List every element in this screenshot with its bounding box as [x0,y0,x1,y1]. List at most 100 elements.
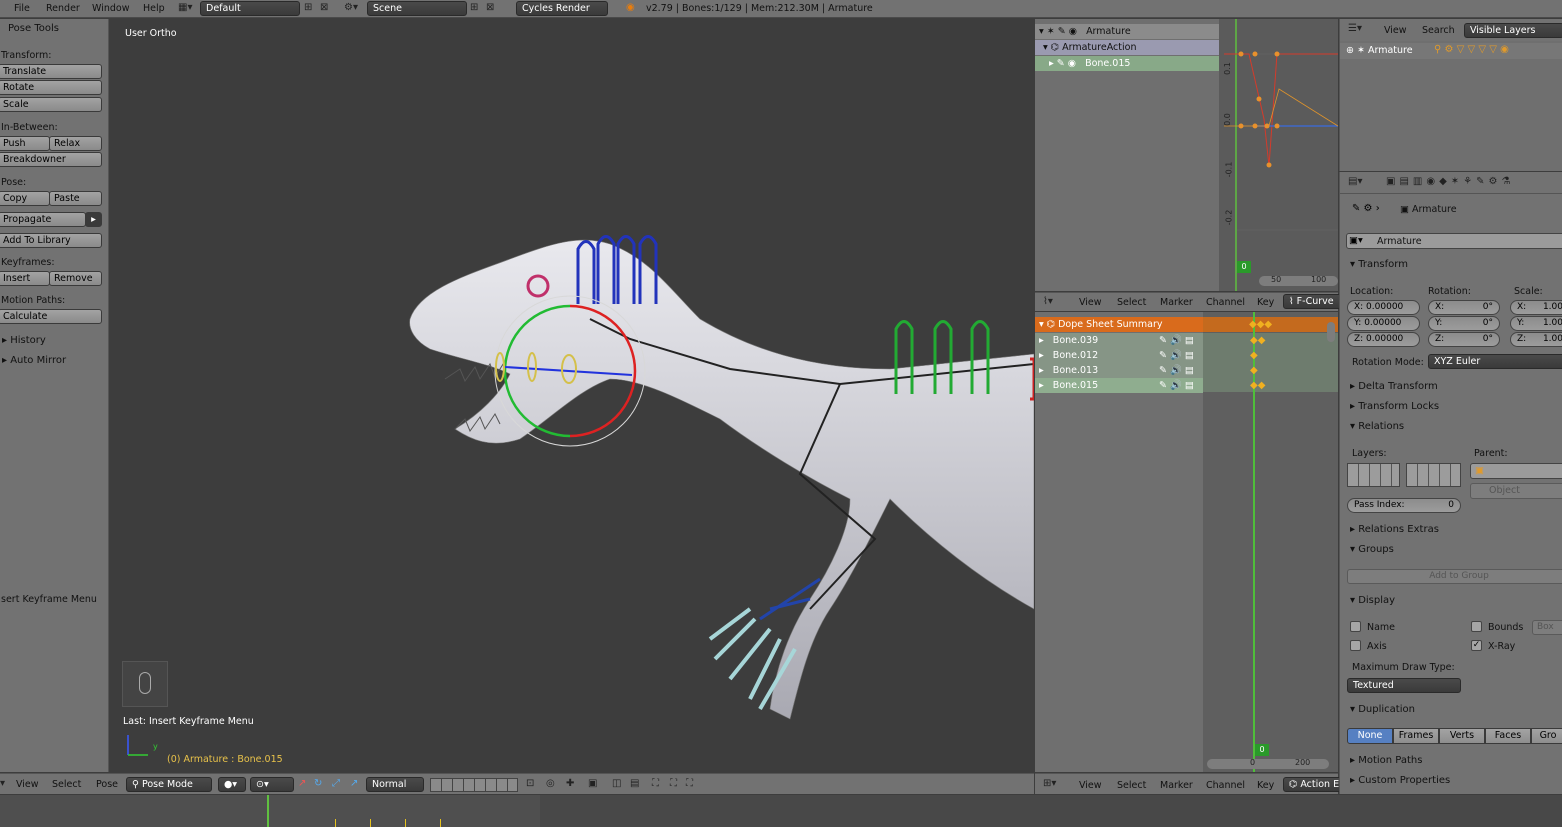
object-layer-grid[interactable] [1347,463,1400,487]
channel-row-bone012[interactable]: ▸ Bone.012 ✎ 🔊 ▤ [1035,348,1203,363]
pose-tools-title[interactable]: Pose Tools [8,23,59,34]
render-engine-selector[interactable]: Cycles Render [516,1,608,16]
dopesheet-summary-row[interactable]: ▾ ⌬ Dope Sheet Summary [1035,317,1203,332]
mini-graph-editor[interactable]: 0.1 0.0 -0.1 -0.2 0 50 100 [1219,19,1338,291]
menu-help[interactable]: Help [143,3,165,14]
remove-layout-icon[interactable]: ⊠ [320,2,328,13]
push-button[interactable]: Push [0,136,50,151]
remove-keyframe-button[interactable]: Remove [49,271,102,286]
relations-panel-header[interactable]: ▾ Relations [1350,421,1404,432]
rotation-mode-selector[interactable]: XYZ Euler [1428,354,1562,369]
manipulator-rotate-icon[interactable]: ↻ [314,778,322,789]
ds-menu-select[interactable]: Select [1117,297,1146,308]
object-layer-grid-2[interactable] [1406,463,1461,487]
viewport-menu-view[interactable]: View [16,779,39,790]
bounds-type-selector[interactable]: Box [1532,620,1562,635]
orientation-selector[interactable]: Normal [366,777,424,792]
outliner-row-armature[interactable]: ⊕ ✶ Armature ⚲ ⚙ ▽ ▽ ▽ ▽ ◉ [1340,43,1562,59]
ds-vscrollbar[interactable] [1327,322,1335,342]
dsf-menu-select[interactable]: Select [1117,780,1146,791]
lock-camera-icon[interactable]: ⊡ [526,778,534,789]
dup-frames-button[interactable]: Frames [1393,728,1439,744]
viewport-menu-pose[interactable]: Pose [96,779,118,790]
keying-extra-icon[interactable]: ⛶ [670,778,677,789]
mode-selector[interactable]: ⚲ Pose Mode [126,777,212,792]
fcurve-plot[interactable] [1219,19,1338,291]
channel-row-bone015[interactable]: ▸ Bone.015 ✎ 🔊 ▤ [1035,378,1203,393]
menu-window[interactable]: Window [92,3,129,14]
insert-keyframe-button[interactable]: Insert [0,271,50,286]
motion-paths-panel-header[interactable]: ▸ Motion Paths [1350,755,1422,766]
properties-editor-type-icon[interactable]: ▤▾ [1348,176,1362,187]
axis-checkbox[interactable] [1350,640,1361,652]
pass-index-field[interactable]: Pass Index: 0 [1347,498,1461,513]
dopesheet-editor-type-icon[interactable]: ⊞▾ [1043,778,1056,789]
dup-faces-button[interactable]: Faces [1485,728,1531,744]
parent-type-field[interactable]: Object [1470,483,1562,499]
dup-verts-button[interactable]: Verts [1439,728,1485,744]
translate-button[interactable]: Translate [0,64,102,79]
timeline-playhead[interactable] [267,795,269,827]
propagate-menu-button[interactable]: ▸ [85,212,102,227]
pin-icon[interactable]: ✎ ⚙ › [1352,203,1380,214]
outliner-editor-type-icon[interactable]: ☰▾ [1348,23,1362,34]
3d-viewport[interactable]: User Ortho Last: Insert Keyframe Menu y … [110,19,1034,772]
keying-icon[interactable]: ⛶ [652,778,659,789]
timeline-strip[interactable] [0,795,1562,827]
scene-icon[interactable]: ⚙▾ [344,2,358,13]
shading-selector[interactable]: ●▾ [218,777,246,792]
rotation-z-field[interactable]: Z: 0° [1428,332,1500,347]
dsf-menu-channel[interactable]: Channel [1206,780,1245,791]
scale-x-field[interactable]: X: 1.00 [1510,300,1562,315]
editor-type-icon[interactable]: ▾ [0,778,5,789]
ds-menu-channel[interactable]: Channel [1206,297,1245,308]
graph-mode-selector[interactable]: ⌇ F-Curve [1283,294,1343,309]
add-layout-icon[interactable]: ⊞ [304,2,312,13]
keyframe-bone015[interactable]: ◆◆ [1250,380,1265,391]
custom-properties-panel-header[interactable]: ▸ Custom Properties [1350,775,1450,786]
object-name-field[interactable]: ▣▾ Armature [1346,233,1562,249]
menu-file[interactable]: File [14,3,30,14]
duplication-panel-header[interactable]: ▾ Duplication [1350,704,1415,715]
manipulator-scale-icon[interactable]: ⤢ [332,778,340,789]
ds-menu-marker[interactable]: Marker [1160,297,1193,308]
dsf-menu-view[interactable]: View [1079,780,1102,791]
groups-panel-header[interactable]: ▾ Groups [1350,544,1394,555]
keying-set-icon[interactable]: ⛶ [686,778,693,789]
copy-pose-button[interactable]: Copy [0,191,50,206]
xray-checkbox[interactable]: ✓ [1471,640,1482,652]
scale-y-field[interactable]: Y: 1.00 [1510,316,1562,331]
rotate-button[interactable]: Rotate [0,80,102,95]
viewport-menu-select[interactable]: Select [52,779,81,790]
manipulator-translate-icon[interactable]: ↗ [298,778,306,789]
properties-context-tabs[interactable]: ▣▤▥◉◆✶⚘✎⚙⚗ [1386,176,1514,187]
snap-icon[interactable]: ✚ [566,778,574,789]
proportional-edit-icon[interactable]: ◎ [546,778,555,789]
dsf-menu-marker[interactable]: Marker [1160,780,1193,791]
breakdowner-button[interactable]: Breakdowner [0,152,102,167]
dup-none-button[interactable]: None [1347,728,1393,744]
scene-selector[interactable]: Scene [367,1,467,16]
outliner-row-action[interactable]: ▾ ⌬ ArmatureAction [1035,40,1219,55]
delta-transform-panel-header[interactable]: ▸ Delta Transform [1350,381,1438,392]
add-to-group-button[interactable]: Add to Group [1347,569,1562,584]
calculate-button[interactable]: Calculate [0,309,102,324]
outliner-menu-search[interactable]: Search [1422,25,1455,36]
relations-extras-panel-header[interactable]: ▸ Relations Extras [1350,524,1439,535]
layout-selector[interactable]: Default [200,1,300,16]
keyframe-bone013[interactable]: ◆ [1250,365,1258,376]
channel-row-bone013[interactable]: ▸ Bone.013 ✎ 🔊 ▤ [1035,363,1203,378]
outliner-menu-view[interactable]: View [1384,25,1407,36]
outliner-filter-selector[interactable]: Visible Layers [1464,23,1562,38]
rotation-x-field[interactable]: X: 0° [1428,300,1500,315]
keyframe-summary[interactable]: ◆◆◆ [1249,319,1272,330]
keyframe-bone039[interactable]: ◆◆ [1250,335,1265,346]
name-checkbox[interactable] [1350,621,1361,633]
location-y-field[interactable]: Y: 0.00000 [1347,316,1420,331]
transform-locks-panel-header[interactable]: ▸ Transform Locks [1350,401,1439,412]
history-panel-header[interactable]: ▸ History [2,335,46,346]
location-z-field[interactable]: Z: 0.00000 [1347,332,1420,347]
ds-menu-view[interactable]: View [1079,297,1102,308]
outliner-row-bone015[interactable]: ▸ ✎ ◉ Bone.015 [1035,56,1219,71]
auto-mirror-panel-header[interactable]: ▸ Auto Mirror [2,355,66,366]
